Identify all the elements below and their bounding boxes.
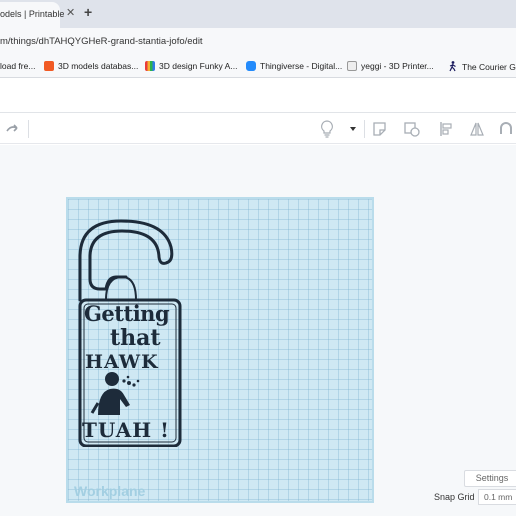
toolbar-divider bbox=[364, 120, 365, 138]
caret-down-icon bbox=[350, 127, 356, 131]
group-button[interactable] bbox=[496, 119, 516, 139]
yeggi-icon bbox=[347, 61, 357, 71]
walker-icon bbox=[449, 61, 456, 72]
light-toggle-button[interactable] bbox=[317, 119, 337, 139]
redo-button[interactable] bbox=[3, 119, 23, 139]
thingiverse-icon bbox=[246, 61, 256, 71]
bookmark-label: load fre... bbox=[0, 61, 36, 71]
browser-tab[interactable]: odels | Printable bbox=[0, 2, 64, 28]
model-text-line-3: HAWK bbox=[85, 351, 159, 373]
bookmark-item[interactable]: Thingiverse - Digital... bbox=[246, 61, 342, 71]
shape-icon bbox=[404, 122, 420, 137]
bookmark-label: 3D models databas... bbox=[58, 61, 139, 71]
note-icon bbox=[373, 122, 386, 136]
mirror-icon bbox=[470, 122, 484, 136]
model-text-line-4: TUAH ! bbox=[82, 418, 170, 442]
snap-grid-label: Snap Grid bbox=[434, 492, 475, 502]
workplane-label: Workplane bbox=[74, 483, 146, 499]
toolbar-divider bbox=[28, 120, 29, 138]
bookmark-item[interactable]: 3D models databas... bbox=[44, 61, 138, 71]
light-dropdown-button[interactable] bbox=[343, 119, 363, 139]
bookmark-label: The Courier Gu bbox=[462, 61, 516, 72]
lightbulb-icon bbox=[321, 120, 333, 138]
bookmark-item[interactable]: The Courier Gu bbox=[448, 61, 516, 72]
snap-grid-select[interactable]: 0.1 mm bbox=[478, 489, 516, 505]
align-icon bbox=[440, 122, 452, 136]
bookmark-item[interactable]: 3D design Funky A... bbox=[145, 61, 237, 71]
bookmarks-bar: load fre... 3D models databas... 3D desi… bbox=[0, 54, 516, 78]
tinkercad-icon bbox=[145, 61, 155, 71]
tab-close-icon[interactable]: ✕ bbox=[66, 6, 75, 19]
mirror-button[interactable] bbox=[467, 119, 487, 139]
align-button[interactable] bbox=[437, 119, 457, 139]
editor-canvas[interactable]: Workplane Getting that HAWK TUAH ! Setti… bbox=[0, 145, 516, 516]
bookmark-item[interactable]: load fre... bbox=[0, 61, 35, 71]
hook-outline bbox=[78, 219, 174, 302]
magnet-icon bbox=[500, 122, 512, 134]
shape-button[interactable] bbox=[402, 119, 422, 139]
bookmark-label: Thingiverse - Digital... bbox=[260, 61, 343, 71]
model-text-line-1: Getting bbox=[84, 301, 170, 326]
editor-toolbar bbox=[0, 114, 516, 144]
spitting-figure-graphic bbox=[90, 372, 140, 415]
browser-tab-strip: odels | Printable ✕ + bbox=[0, 0, 516, 28]
cults-icon bbox=[44, 61, 54, 71]
address-bar[interactable]: m/things/dhTAHQYGHeR-grand-stantia-jofo/… bbox=[0, 28, 516, 54]
url-text[interactable]: m/things/dhTAHQYGHeR-grand-stantia-jofo/… bbox=[0, 36, 203, 47]
new-tab-button[interactable]: + bbox=[84, 4, 92, 20]
bookmark-label: yeggi - 3D Printer... bbox=[361, 61, 434, 71]
note-button[interactable] bbox=[370, 119, 390, 139]
settings-button[interactable]: Settings bbox=[464, 470, 516, 487]
bookmark-label: 3D design Funky A... bbox=[159, 61, 238, 71]
bookmark-item[interactable]: yeggi - 3D Printer... bbox=[347, 61, 434, 71]
model-text-line-2: that bbox=[110, 325, 161, 351]
tab-title: odels | Printable bbox=[0, 9, 65, 19]
redo-icon bbox=[6, 124, 18, 132]
app-header bbox=[0, 79, 516, 113]
